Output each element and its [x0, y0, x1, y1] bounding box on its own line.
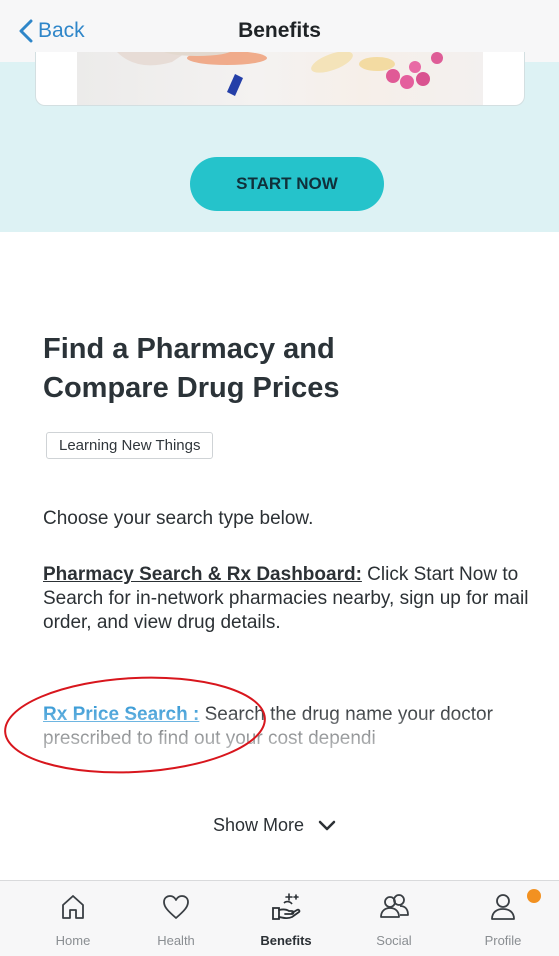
medication-image	[77, 52, 483, 105]
tab-label-profile: Profile	[484, 933, 522, 948]
bottom-tab-bar: Home Health Benefits Social Profile	[0, 880, 559, 956]
section-heading: Find a Pharmacy and Compare Drug Prices	[43, 333, 340, 404]
people-icon	[380, 894, 409, 918]
pharmacy-search-link[interactable]: Pharmacy Search & Rx Dashboard:	[43, 564, 362, 585]
tab-social[interactable]: Social	[344, 881, 444, 956]
tab-label-home: Home	[55, 933, 91, 948]
intro-text: Choose your search type below.	[43, 508, 314, 529]
show-more-button[interactable]: Show More	[213, 815, 336, 836]
tab-label-social: Social	[376, 933, 412, 948]
tab-label-health: Health	[157, 933, 195, 948]
pharmacy-search-paragraph: Pharmacy Search & Rx Dashboard: Click St…	[43, 563, 533, 635]
promo-image-card	[35, 52, 525, 106]
heart-icon	[163, 895, 189, 919]
show-more-label: Show More	[213, 815, 305, 835]
tab-home[interactable]: Home	[23, 881, 123, 956]
tab-label-benefits: Benefits	[260, 933, 312, 948]
rx-price-search-paragraph: Rx Price Search : Search the drug name y…	[43, 703, 533, 775]
home-icon	[62, 895, 84, 919]
pills-illustration	[117, 52, 443, 96]
promo-banner: START NOW	[0, 52, 559, 232]
tab-benefits[interactable]: Benefits	[236, 881, 336, 956]
notification-badge	[527, 889, 541, 903]
hand-sparkle-icon	[272, 893, 301, 920]
tab-health[interactable]: Health	[126, 881, 226, 956]
chevron-down-icon	[318, 820, 336, 830]
category-tag: Learning New Things	[46, 432, 214, 459]
start-now-button[interactable]: START NOW	[190, 157, 384, 211]
rx-price-search-link[interactable]: Rx Price Search :	[43, 704, 199, 725]
page-title: Benefits	[238, 19, 321, 42]
person-icon	[491, 894, 515, 920]
